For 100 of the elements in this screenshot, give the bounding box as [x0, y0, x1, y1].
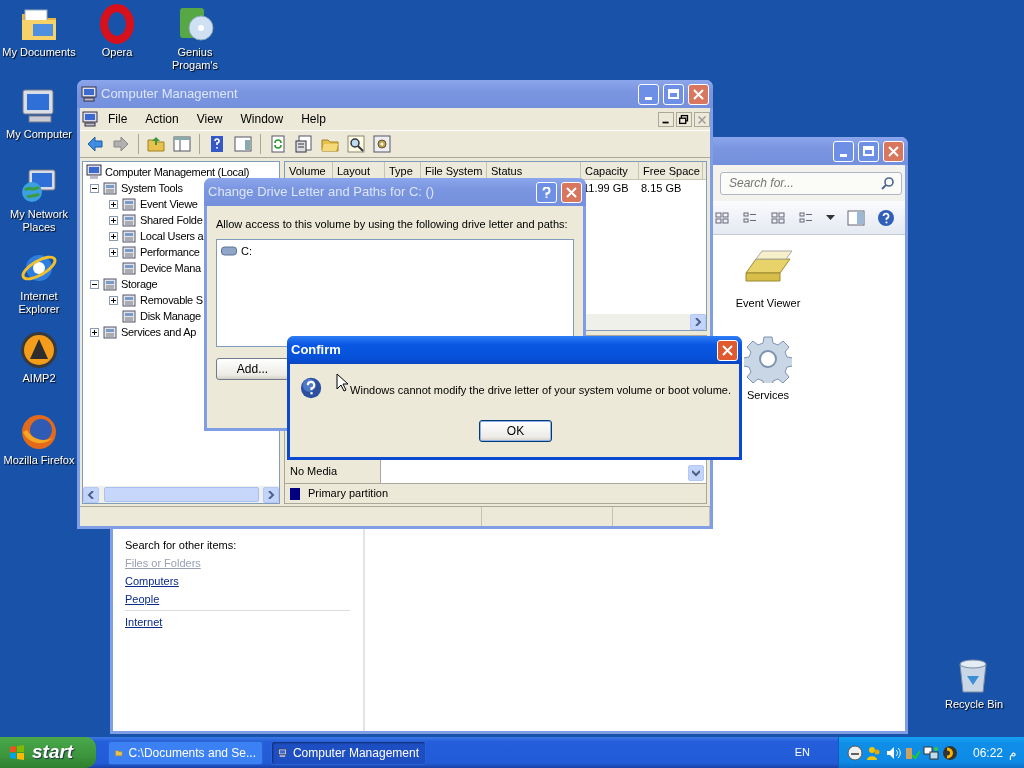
- tree-item[interactable]: Disk Manage: [140, 307, 201, 325]
- swirl-icon[interactable]: [941, 744, 958, 761]
- computer-icon: [86, 164, 102, 180]
- refresh-icon[interactable]: [269, 135, 287, 153]
- collapse-icon[interactable]: [90, 279, 99, 289]
- help-button[interactable]: [536, 181, 557, 203]
- collapse-icon[interactable]: [90, 183, 99, 193]
- help-icon[interactable]: [877, 208, 895, 227]
- search-heading: Search for other items:: [125, 538, 238, 553]
- minimize-button[interactable]: [833, 140, 854, 162]
- menu-item[interactable]: Window: [232, 110, 292, 128]
- disc-icon[interactable]: [19, 330, 59, 370]
- details-view-icon[interactable]: [798, 209, 814, 226]
- icon-label[interactable]: Internet Explorer: [0, 290, 78, 316]
- tool-icon: [121, 244, 137, 260]
- column-header[interactable]: Free Space: [639, 162, 703, 179]
- list-item[interactable]: C:: [241, 242, 252, 259]
- computer-icon[interactable]: [82, 111, 98, 127]
- link[interactable]: Computers: [125, 572, 179, 590]
- settings-icon[interactable]: [373, 135, 391, 153]
- close-button[interactable]: [561, 181, 582, 203]
- tree-item[interactable]: System Tools: [121, 179, 183, 197]
- icon-label[interactable]: My Network Places: [0, 208, 78, 234]
- link[interactable]: People: [125, 590, 160, 608]
- tool-icon: [121, 260, 137, 276]
- list-view-icon[interactable]: [742, 209, 758, 226]
- close-button[interactable]: [883, 140, 904, 162]
- taskbar-button[interactable]: Computer Management: [271, 740, 426, 765]
- close-button[interactable]: [717, 339, 738, 361]
- expand-icon[interactable]: [109, 231, 118, 241]
- add-button[interactable]: Add...: [216, 357, 289, 380]
- prompt-text: Allow access to this volume by using the following drive letter and paths:: [216, 217, 569, 232]
- tree-item[interactable]: Shared Folde: [140, 211, 203, 229]
- restore-icon[interactable]: [676, 111, 692, 127]
- scrollbar[interactable]: [83, 486, 279, 503]
- tree-item[interactable]: Removable S: [140, 291, 203, 309]
- question-mark-icon: [541, 186, 552, 198]
- menu-item[interactable]: View: [188, 110, 231, 128]
- back-arrow-icon[interactable]: [86, 135, 104, 153]
- am-pm-indicator: م: [1009, 744, 1016, 762]
- item-label[interactable]: Services: [746, 387, 790, 404]
- clock[interactable]: 06:22: [972, 743, 1003, 762]
- language-indicator[interactable]: EN: [794, 744, 810, 761]
- ok-button[interactable]: OK: [479, 420, 552, 442]
- menu-item[interactable]: Action: [137, 110, 187, 128]
- forward-arrow-icon[interactable]: [112, 135, 130, 153]
- gear-icon[interactable]: [744, 335, 792, 383]
- tree-item[interactable]: Computer Management (Local): [105, 163, 250, 181]
- computer-icon: [81, 86, 97, 102]
- maximize-button[interactable]: [858, 140, 879, 162]
- scroll-thumb[interactable]: [103, 487, 259, 502]
- close-button[interactable]: [688, 83, 709, 105]
- menu-item[interactable]: Help: [293, 110, 334, 128]
- view-icon[interactable]: [714, 209, 730, 226]
- tree-item[interactable]: Services and Ap: [121, 323, 196, 341]
- properties-icon[interactable]: [295, 135, 313, 153]
- icon-label[interactable]: Recycle Bin: [944, 698, 1004, 711]
- expand-icon[interactable]: [109, 215, 118, 225]
- icon-label[interactable]: AIMP2: [22, 372, 56, 385]
- icon-label[interactable]: My Documents: [2, 46, 76, 59]
- icon-label[interactable]: Genius Progam's: [156, 46, 234, 72]
- expand-icon[interactable]: [109, 247, 118, 257]
- link[interactable]: Internet: [125, 613, 163, 631]
- expand-icon[interactable]: [90, 327, 99, 337]
- search-field[interactable]: Search for...: [720, 171, 902, 195]
- expand-icon[interactable]: [109, 199, 118, 209]
- search-icon[interactable]: [347, 135, 365, 153]
- tree-item[interactable]: Event Viewe: [140, 195, 198, 213]
- tree-item[interactable]: Device Mana: [140, 259, 201, 277]
- menu-item[interactable]: File: [100, 110, 136, 128]
- caret-icon[interactable]: [826, 215, 835, 220]
- icon-label[interactable]: Mozilla Firefox: [3, 454, 75, 467]
- search-icon[interactable]: [881, 176, 895, 190]
- tree-item[interactable]: Storage: [121, 275, 158, 293]
- globe-icon[interactable]: [19, 412, 59, 452]
- icon-label[interactable]: My Computer: [6, 128, 72, 141]
- minimize-icon[interactable]: [658, 111, 674, 127]
- pane-icon[interactable]: [234, 135, 252, 153]
- tree-item[interactable]: Local Users a: [140, 227, 204, 245]
- tiles-view-icon[interactable]: [770, 209, 786, 226]
- drive-icon: [221, 245, 237, 256]
- expand-icon[interactable]: [109, 295, 118, 305]
- help-icon[interactable]: [208, 135, 226, 153]
- disk-label: No Media: [290, 463, 338, 479]
- dialog-title: Confirm: [291, 341, 342, 360]
- tool-icon: [121, 196, 137, 212]
- taskbar-button[interactable]: C:\Documents and Se...: [108, 740, 263, 765]
- tree-item[interactable]: Performance: [140, 243, 200, 261]
- table-cell-text: 8.15 GB: [640, 181, 683, 196]
- icon-label[interactable]: Opera: [101, 46, 133, 59]
- tool-icon: [121, 308, 137, 324]
- pane-icon[interactable]: [173, 135, 191, 153]
- maximize-icon: [863, 145, 874, 157]
- maximize-button[interactable]: [663, 83, 684, 105]
- item-label[interactable]: Event Viewer: [735, 295, 801, 312]
- minimize-button[interactable]: [638, 83, 659, 105]
- maximize-icon: [668, 88, 679, 100]
- network-icon[interactable]: [922, 744, 939, 761]
- start-button[interactable]: start: [0, 737, 96, 768]
- search-input[interactable]: Search for...: [727, 173, 881, 193]
